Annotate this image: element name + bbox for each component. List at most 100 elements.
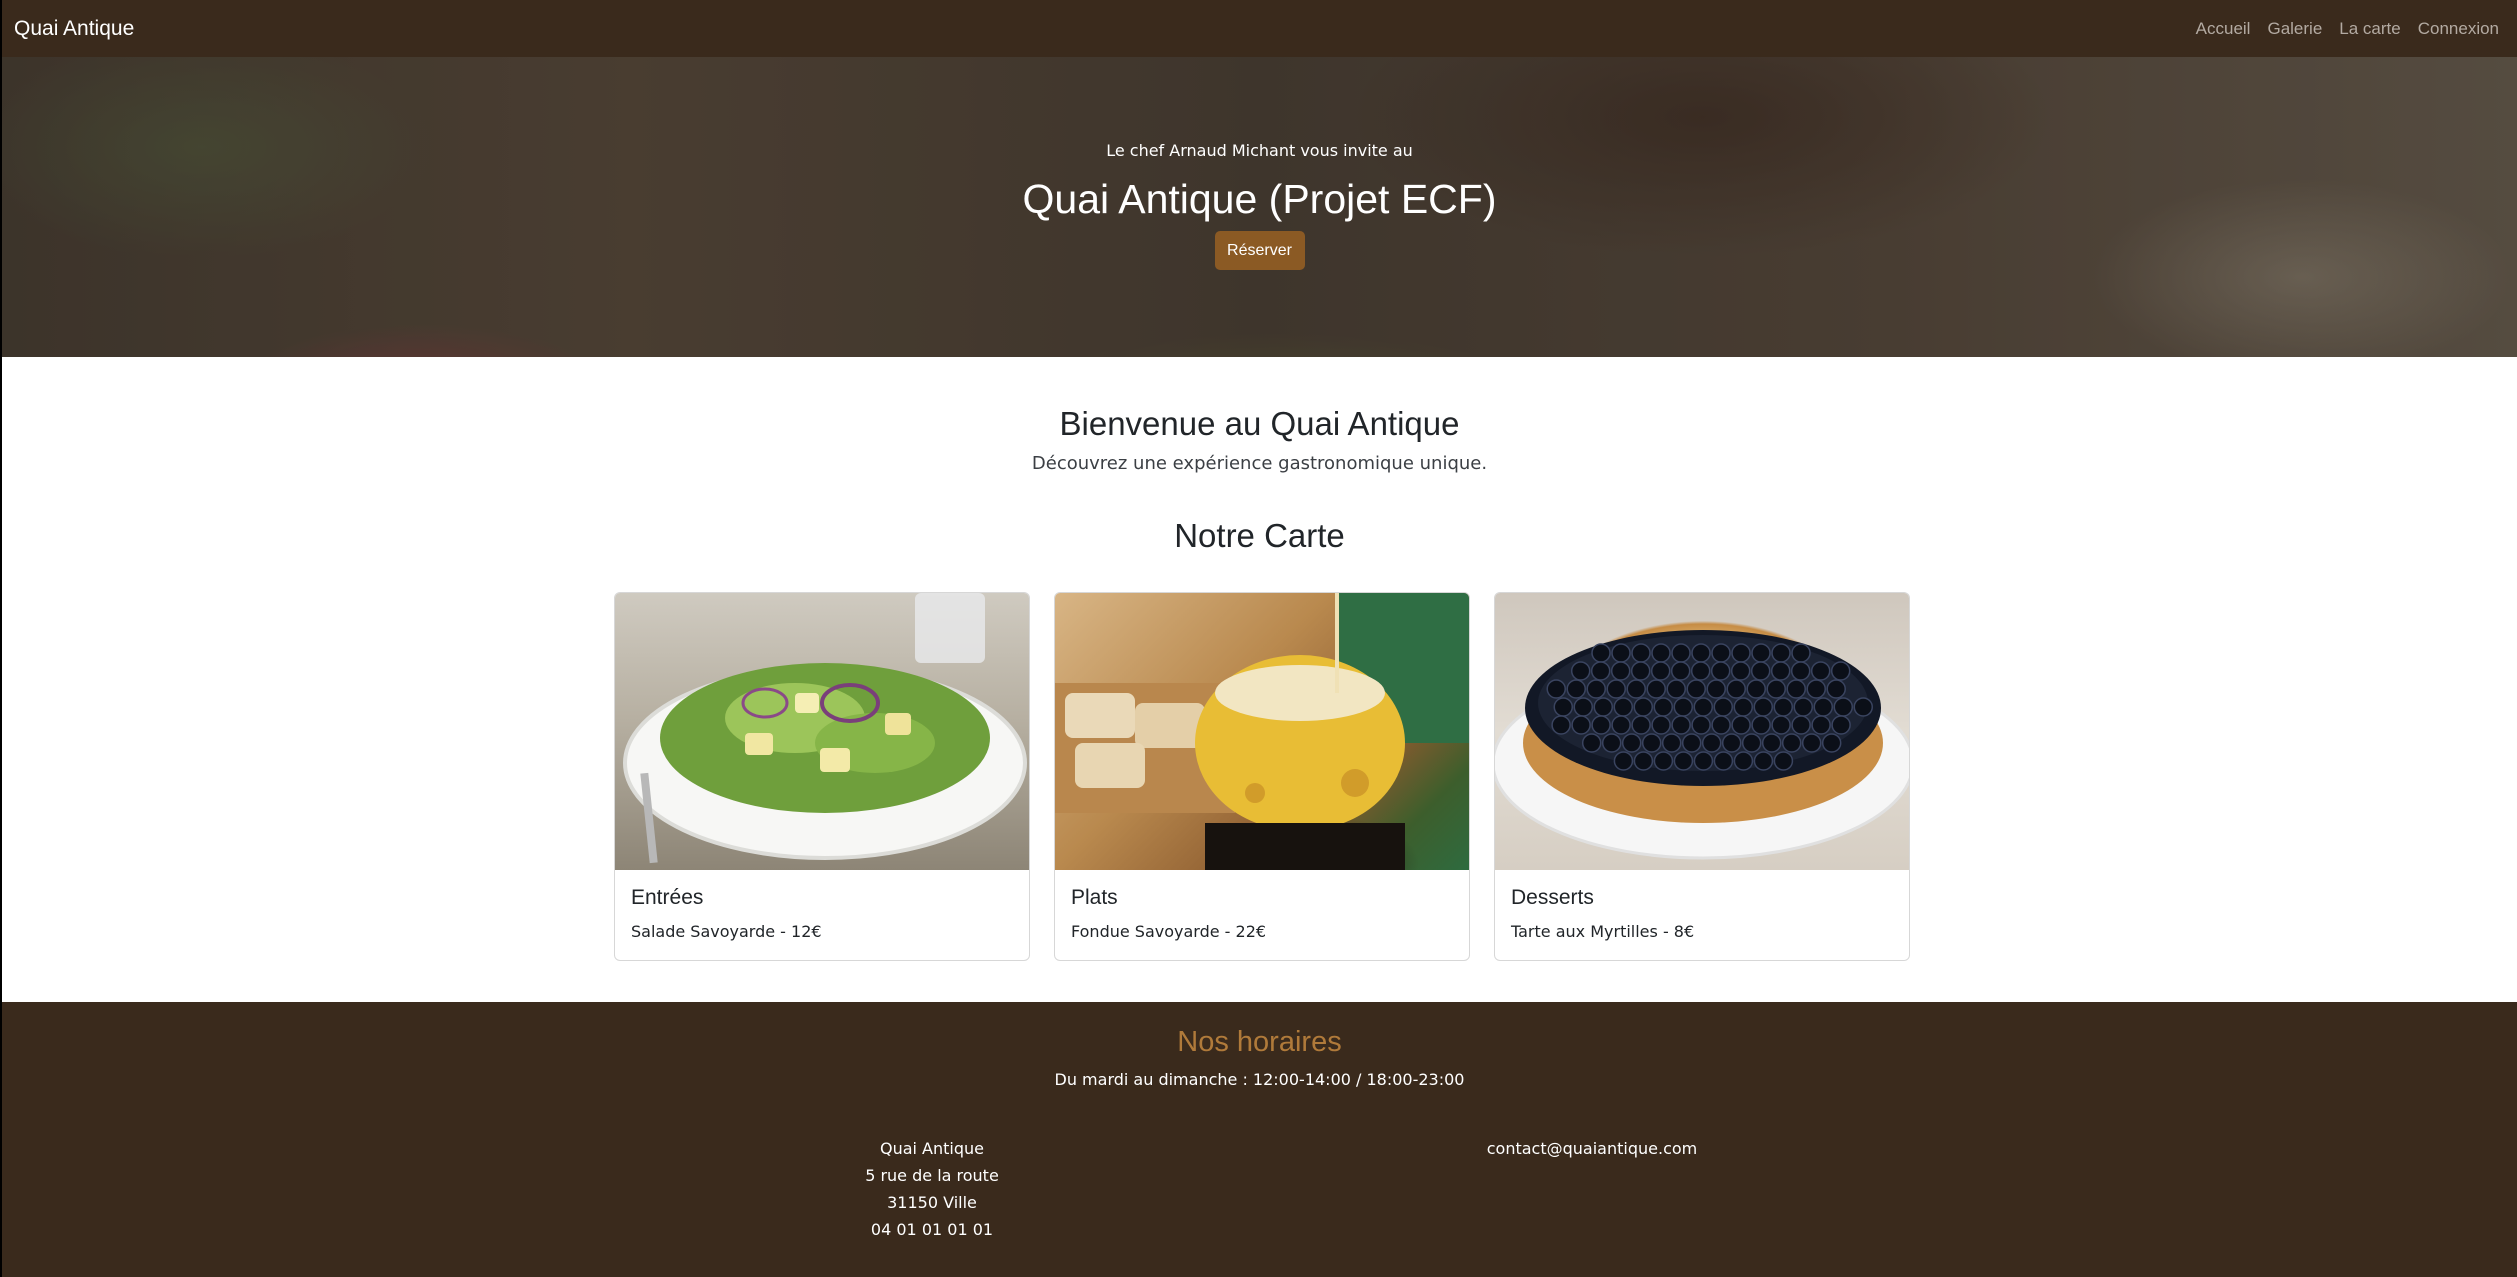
card-title: Plats xyxy=(1071,886,1118,909)
welcome-section: Bienvenue au Quai Antique Découvrez une … xyxy=(2,357,2517,555)
blueberry xyxy=(1730,661,1751,681)
blueberry xyxy=(1633,751,1654,771)
blueberry xyxy=(1673,751,1694,771)
blueberry xyxy=(1810,661,1831,681)
blueberry xyxy=(1666,679,1686,699)
card-title: Desserts xyxy=(1511,886,1594,909)
menu-card-desserts[interactable]: Desserts Tarte aux Myrtilles - 8€ xyxy=(1494,592,1910,961)
blueberry xyxy=(1701,733,1722,753)
blueberry xyxy=(1713,697,1734,717)
blueberry xyxy=(1731,643,1751,663)
blueberry xyxy=(1671,643,1691,663)
footer: Nos horaires Du mardi au dimanche : 12:0… xyxy=(2,1002,2517,1277)
card-body: Entrées Salade Savoyarde - 12€ xyxy=(615,870,1029,957)
blueberry xyxy=(1653,697,1674,717)
salad-illustration xyxy=(623,593,1027,864)
blueberry xyxy=(1641,733,1662,753)
blueberry xyxy=(1711,643,1731,663)
blueberry xyxy=(1750,661,1771,681)
welcome-title: Bienvenue au Quai Antique xyxy=(1059,405,1460,442)
blueberry xyxy=(1611,715,1631,735)
address-phone: 04 01 01 01 01 xyxy=(870,1220,994,1239)
blueberry xyxy=(1766,679,1786,699)
nav-links: Accueil Galerie La carte Connexion xyxy=(2196,19,2499,39)
address-name: Quai Antique xyxy=(879,1139,984,1158)
blueberry xyxy=(1651,643,1671,663)
blueberry xyxy=(1631,643,1651,663)
blueberry xyxy=(1753,751,1774,771)
blueberry xyxy=(1646,679,1666,699)
nav-link-accueil[interactable]: Accueil xyxy=(2196,19,2251,39)
menu-cards: Entrées Salade Savoyarde - 12€ Plats Fon… xyxy=(614,592,1910,961)
blueberry xyxy=(1653,751,1674,771)
blueberry xyxy=(1650,661,1671,681)
blueberry xyxy=(1821,733,1842,753)
menu-card-plats[interactable]: Plats Fondue Savoyarde - 22€ xyxy=(1054,592,1470,961)
card-body: Plats Fondue Savoyarde - 22€ xyxy=(1055,870,1469,957)
blueberry xyxy=(1773,751,1794,771)
nav-link-galerie[interactable]: Galerie xyxy=(2267,19,2322,39)
blueberry xyxy=(1733,697,1754,717)
opening-hours: Du mardi au dimanche : 12:00-14:00 / 18:… xyxy=(1054,1070,1465,1089)
blueberry xyxy=(1791,715,1811,735)
blueberry xyxy=(1706,679,1726,699)
hero-banner: Le chef Arnaud Michant vous invite au Qu… xyxy=(2,57,2517,357)
blueberry xyxy=(1710,661,1731,681)
carte-title: Notre Carte xyxy=(1174,517,1345,554)
menu-card-entrees[interactable]: Entrées Salade Savoyarde - 12€ xyxy=(614,592,1030,961)
blueberry xyxy=(1691,643,1711,663)
blueberry xyxy=(1711,715,1731,735)
tart-illustration xyxy=(1495,630,1909,860)
footer-title: Nos horaires xyxy=(1177,1026,1342,1058)
blueberry xyxy=(1571,715,1591,735)
blueberry xyxy=(1591,643,1611,663)
blueberry xyxy=(1671,715,1691,735)
blueberry xyxy=(1613,751,1634,771)
blueberry xyxy=(1733,751,1754,771)
blueberry xyxy=(1746,679,1766,699)
blueberry xyxy=(1551,715,1571,735)
blueberry xyxy=(1591,715,1611,735)
nav-link-connexion[interactable]: Connexion xyxy=(2418,19,2499,39)
blueberry xyxy=(1693,751,1714,771)
fondue-photo xyxy=(1055,593,1469,870)
blueberry xyxy=(1553,697,1574,717)
blueberry xyxy=(1833,697,1854,717)
blueberry xyxy=(1713,751,1734,771)
blueberry xyxy=(1830,661,1851,681)
blueberry xyxy=(1771,643,1791,663)
blueberry xyxy=(1621,733,1642,753)
blueberry xyxy=(1770,661,1791,681)
blueberry xyxy=(1793,697,1814,717)
blueberry xyxy=(1686,679,1706,699)
reserve-button[interactable]: Réserver xyxy=(1214,231,1305,270)
blueberry xyxy=(1546,679,1566,699)
blueberry xyxy=(1586,679,1606,699)
blueberry xyxy=(1631,715,1651,735)
blueberry xyxy=(1790,661,1811,681)
blueberry xyxy=(1570,661,1591,681)
card-title: Entrées xyxy=(631,886,704,909)
blueberry xyxy=(1633,697,1654,717)
contact-email[interactable]: contact@quaiantique.com xyxy=(1442,1135,1742,1162)
blueberry xyxy=(1731,715,1751,735)
blueberry xyxy=(1681,733,1702,753)
blueberry xyxy=(1761,733,1782,753)
blueberry xyxy=(1726,679,1746,699)
brand-link[interactable]: Quai Antique xyxy=(14,17,134,41)
address-city: 31150 Ville xyxy=(887,1193,977,1212)
blueberry xyxy=(1751,643,1771,663)
address-block: Quai Antique 5 rue de la route 31150 Vil… xyxy=(832,1135,1032,1243)
blueberry xyxy=(1673,697,1694,717)
blueberry xyxy=(1786,679,1806,699)
blueberry xyxy=(1813,697,1834,717)
blueberry xyxy=(1573,697,1594,717)
blueberry xyxy=(1630,661,1651,681)
salad-photo xyxy=(615,593,1029,870)
nav-link-la-carte[interactable]: La carte xyxy=(2339,19,2400,39)
welcome-subtitle: Découvrez une expérience gastronomique u… xyxy=(1031,453,1488,474)
blueberry xyxy=(1670,661,1691,681)
blueberry xyxy=(1691,715,1711,735)
blueberry xyxy=(1613,697,1634,717)
card-body: Desserts Tarte aux Myrtilles - 8€ xyxy=(1495,870,1909,957)
